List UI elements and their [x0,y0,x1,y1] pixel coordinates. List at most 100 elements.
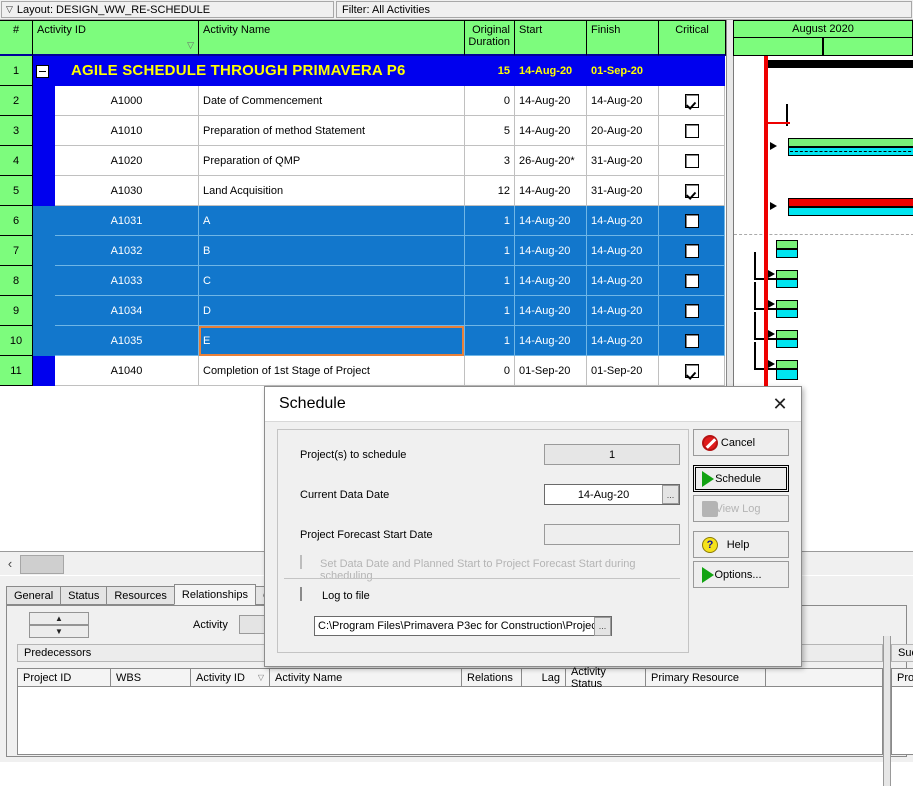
cell-activity-name: B [199,236,465,266]
schedule-dialog: Schedule ✕ Project(s) to schedule 1 Curr… [264,386,802,667]
sort-descending-icon[interactable]: ▽ [258,673,264,682]
cell-activity-id: A1030 [55,176,199,206]
cell-critical[interactable] [659,326,725,356]
details-tab-bar: GeneralStatusResourcesRelationshipsCodes [6,584,303,605]
cell-critical[interactable] [659,86,725,116]
sort-descending-icon[interactable]: ▽ [187,40,194,51]
filter-selector[interactable]: Filter: All Activities [336,1,912,18]
gantt-relationship-arrow [768,360,775,368]
column-header-label: Start [519,24,543,36]
gantt-milestone-tick [768,122,790,124]
pred-column-project-id[interactable]: Project ID [17,668,110,687]
wbs-indent-bar [33,116,55,146]
pred-column-wbs[interactable]: WBS [110,668,190,687]
critical-checkbox-icon[interactable] [684,243,699,258]
cancel-icon [702,434,718,451]
project-forecast-start-field[interactable] [544,524,680,545]
cell-activity-id: A1033 [55,266,199,296]
column-header-label: Critical [675,24,709,36]
succ-column-project-id[interactable]: Project ID [891,668,913,687]
tab-relationships[interactable]: Relationships [173,584,256,605]
browse-button[interactable]: ... [594,616,611,636]
column-header-label: Project ID [897,671,913,684]
critical-checkbox-icon[interactable] [684,183,699,198]
scrollbar-thumb[interactable] [20,555,64,574]
column-header-index[interactable]: # [0,20,33,56]
checkbox-icon[interactable] [300,587,302,601]
cell-activity-name: E [199,326,465,356]
column-header-start[interactable]: Start [515,20,587,56]
scroll-left-icon[interactable]: ‹ [2,555,18,572]
column-header-original-duration[interactable]: Original Duration [465,20,515,56]
help-button[interactable]: ? Help [693,531,789,558]
cell-critical[interactable] [659,266,725,296]
tab-general[interactable]: General [6,586,62,605]
column-header-critical[interactable]: Critical [659,20,726,56]
pred-column-activity-status[interactable]: Activity Status [565,666,645,690]
row-index: 1 [0,56,33,86]
dialog-title-bar: Schedule ✕ [265,387,801,422]
wbs-indent-bar [33,296,55,326]
spinner-down-icon[interactable]: ▼ [29,625,89,638]
column-header-activity-id[interactable]: Activity ID ▽ [33,20,199,56]
cell-activity-id: A1034 [55,296,199,326]
column-header-label: # [12,24,20,36]
spinner-up-icon[interactable]: ▲ [29,612,89,625]
pred-column-activity-name[interactable]: Activity Name [269,668,461,687]
critical-checkbox-icon[interactable] [684,363,699,378]
cell-start: 01-Sep-20 [515,356,587,386]
cell-critical[interactable] [659,236,725,266]
cell-critical[interactable] [659,176,725,206]
date-picker-button[interactable]: ... [662,485,679,504]
critical-checkbox-icon[interactable] [684,333,699,348]
cell-finish: 31-Aug-20 [587,146,659,176]
cell-critical[interactable] [659,206,725,236]
cell-critical[interactable] [659,146,725,176]
critical-checkbox-icon[interactable] [684,93,699,108]
pred-column-relations[interactable]: Relations [461,668,521,687]
cell-start: 14-Aug-20 [515,236,587,266]
critical-checkbox-icon[interactable] [684,153,699,168]
critical-checkbox-icon[interactable] [684,273,699,288]
layout-selector[interactable]: ▽ Layout: DESIGN_WW_RE-SCHEDULE [1,1,334,18]
cell-duration: 15 [465,56,515,86]
cell-finish: 01-Sep-20 [587,356,659,386]
predecessors-grid[interactable] [17,687,883,755]
log-to-file-checkbox[interactable] [300,587,302,601]
log-file-path-value: C:\Program Files\Primavera P3ec for Cons… [318,620,594,632]
critical-checkbox-icon[interactable] [684,303,699,318]
tab-resources[interactable]: Resources [106,586,175,605]
column-header-activity-name[interactable]: Activity Name [199,20,465,56]
gantt-bar-remaining [776,309,798,318]
timescale-week-1 [733,38,823,56]
cell-duration: 0 [465,356,515,386]
data-date-line [764,56,768,386]
pred-column-lag[interactable]: Lag [521,668,565,687]
successors-grid[interactable] [891,687,913,755]
cell-activity-id: A1000 [55,86,199,116]
column-header-finish[interactable]: Finish [587,20,659,56]
log-file-path-field[interactable]: C:\Program Files\Primavera P3ec for Cons… [314,616,612,636]
pred-column-primary-resource[interactable]: Primary Resource [645,668,765,687]
predecessors-successors-splitter[interactable] [883,636,891,786]
close-icon[interactable]: ✕ [765,392,795,416]
row-spinner[interactable]: ▲ ▼ [29,612,89,640]
tab-status[interactable]: Status [60,586,108,605]
cancel-button[interactable]: Cancel [693,429,789,456]
collapse-expander-icon[interactable] [36,65,49,78]
cell-critical[interactable] [659,116,725,146]
options-button[interactable]: Options... [693,561,789,588]
pred-column-activity-id[interactable]: Activity ID ▽ [190,668,269,687]
cell-activity-id: A1035 [55,326,199,356]
predecessors-label: Predecessors [24,647,92,659]
gantt-summary-bar [768,60,913,68]
critical-checkbox-icon[interactable] [684,123,699,138]
cell-critical[interactable] [659,356,725,386]
current-data-date-field[interactable]: 14-Aug-20 ... [544,484,680,505]
gantt-bar-remaining [788,207,913,216]
cell-start: 14-Aug-20 [515,176,587,206]
critical-checkbox-icon[interactable] [684,213,699,228]
schedule-button[interactable]: Schedule [693,465,789,492]
gantt-chart[interactable] [733,56,913,386]
cell-critical[interactable] [659,296,725,326]
